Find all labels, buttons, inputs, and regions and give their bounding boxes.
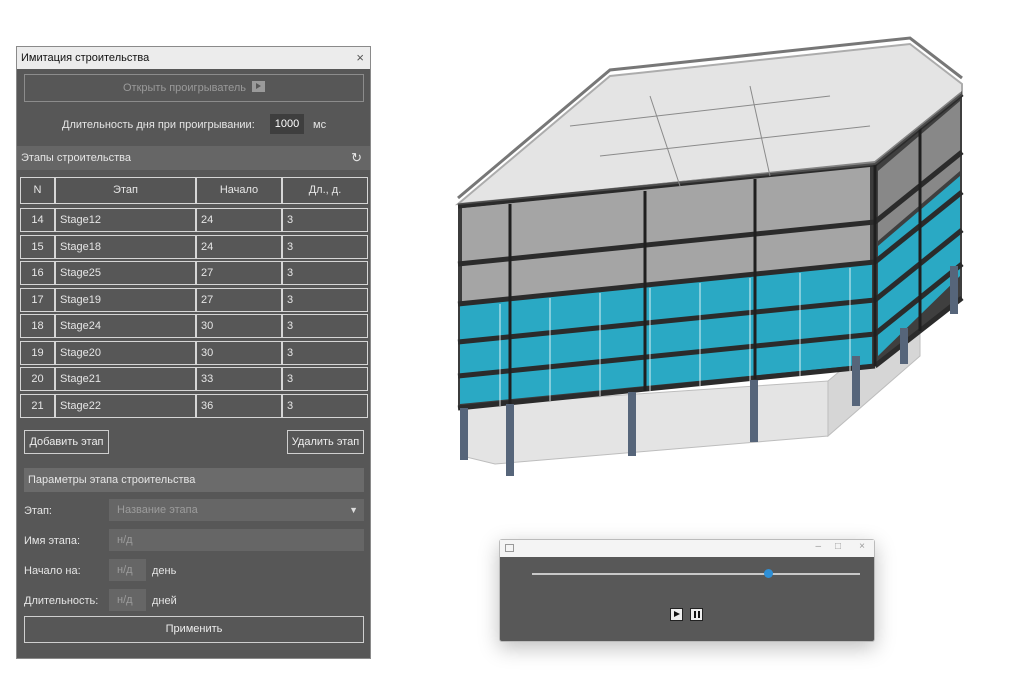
cell-start: 27 (196, 287, 282, 312)
pause-button[interactable] (690, 608, 703, 621)
cell-stage: Stage20 (55, 340, 196, 365)
close-icon[interactable]: × (859, 541, 865, 552)
cell-duration: 3 (282, 287, 368, 312)
col-header-n[interactable]: N (20, 177, 55, 204)
cell-duration: 3 (282, 340, 368, 365)
minimize-icon[interactable]: – (815, 541, 821, 552)
col-header-duration[interactable]: Дл., д. (282, 177, 368, 204)
duration-label: Длительность: (24, 595, 99, 607)
table-row[interactable]: 19 Stage20 30 3 (17, 340, 370, 367)
player-window: – □ × (499, 539, 875, 642)
player-titlebar: – □ × (500, 540, 874, 557)
open-player-button[interactable]: Открыть проигрыватель (24, 74, 364, 102)
cell-stage: Stage25 (55, 261, 196, 285)
cell-n: 21 (20, 393, 55, 418)
cell-start: 27 (196, 261, 282, 285)
play-icon (252, 81, 266, 92)
cell-start: 30 (196, 314, 282, 338)
cell-duration: 3 (282, 261, 368, 285)
refresh-icon[interactable]: ↻ (351, 150, 362, 166)
building-3d-view[interactable] (450, 36, 970, 481)
day-duration-input[interactable]: 1000 (270, 114, 304, 134)
cell-n: 15 (20, 234, 55, 259)
open-player-label: Открыть проигрыватель (122, 82, 247, 94)
stages-section-title: Этапы строительства (21, 152, 131, 164)
start-day-field[interactable]: н/д (109, 559, 146, 581)
stage-params-header: Параметры этапа строительства (24, 468, 364, 492)
table-row[interactable]: 17 Stage19 27 3 (17, 287, 370, 314)
start-unit: день (152, 565, 177, 577)
stage-select[interactable]: Название этапа ▼ (109, 499, 364, 521)
cell-stage: Stage18 (55, 234, 196, 259)
cell-n: 17 (20, 287, 55, 312)
stage-label: Этап: (24, 505, 52, 517)
table-row[interactable]: 21 Stage22 36 3 (17, 393, 370, 420)
cell-duration: 3 (282, 208, 368, 232)
table-row[interactable]: 16 Stage25 27 3 (17, 261, 370, 287)
cell-n: 14 (20, 208, 55, 232)
cell-duration: 3 (282, 234, 368, 259)
table-row[interactable]: 14 Stage12 24 3 (17, 208, 370, 234)
cell-n: 18 (20, 314, 55, 338)
app-icon (505, 544, 514, 552)
duration-field[interactable]: н/д (109, 589, 146, 611)
cell-stage: Stage22 (55, 393, 196, 418)
stage-name-label: Имя этапа: (24, 535, 81, 547)
col-header-start[interactable]: Начало (196, 177, 282, 204)
cell-n: 16 (20, 261, 55, 285)
panel-titlebar: Имитация строительства × (17, 47, 370, 69)
table-row[interactable]: 20 Stage21 33 3 (17, 367, 370, 393)
start-label: Начало на: (24, 565, 81, 577)
panel-title: Имитация строительства (21, 52, 150, 64)
timeline-slider-thumb[interactable] (763, 569, 773, 578)
cell-n: 20 (20, 367, 55, 391)
cell-stage: Stage12 (55, 208, 196, 232)
cell-stage: Stage19 (55, 287, 196, 312)
table-header-row: N Этап Начало Дл., д. (17, 177, 370, 204)
cell-duration: 3 (282, 367, 368, 391)
cell-stage: Stage21 (55, 367, 196, 391)
day-duration-unit: мс (313, 119, 327, 131)
apply-button[interactable]: Применить (24, 616, 364, 643)
cell-duration: 3 (282, 314, 368, 338)
table-row[interactable]: 15 Stage18 24 3 (17, 234, 370, 261)
cell-n: 19 (20, 340, 55, 365)
duration-unit: дней (152, 595, 177, 607)
cell-start: 24 (196, 208, 282, 232)
stage-name-field[interactable]: н/д (109, 529, 364, 551)
cell-stage: Stage24 (55, 314, 196, 338)
cell-duration: 3 (282, 393, 368, 418)
cell-start: 36 (196, 393, 282, 418)
maximize-icon[interactable]: □ (835, 541, 841, 552)
cell-start: 30 (196, 340, 282, 365)
col-header-stage[interactable]: Этап (55, 177, 196, 204)
cell-start: 33 (196, 367, 282, 391)
stages-section-header: Этапы строительства ↻ (17, 146, 370, 170)
close-icon[interactable]: × (356, 50, 364, 65)
construction-simulation-panel: Имитация строительства × Открыть проигры… (16, 46, 371, 659)
chevron-down-icon: ▼ (349, 505, 358, 515)
play-button[interactable] (670, 608, 683, 621)
delete-stage-button[interactable]: Удалить этап (287, 430, 364, 454)
stage-select-placeholder: Название этапа (117, 504, 198, 516)
add-stage-button[interactable]: Добавить этап (24, 430, 109, 454)
cell-start: 24 (196, 234, 282, 259)
day-duration-label: Длительность дня при проигрывании: (62, 119, 255, 131)
timeline-slider-track[interactable] (532, 573, 860, 575)
stage-params-title: Параметры этапа строительства (28, 474, 196, 486)
table-row[interactable]: 18 Stage24 30 3 (17, 314, 370, 340)
